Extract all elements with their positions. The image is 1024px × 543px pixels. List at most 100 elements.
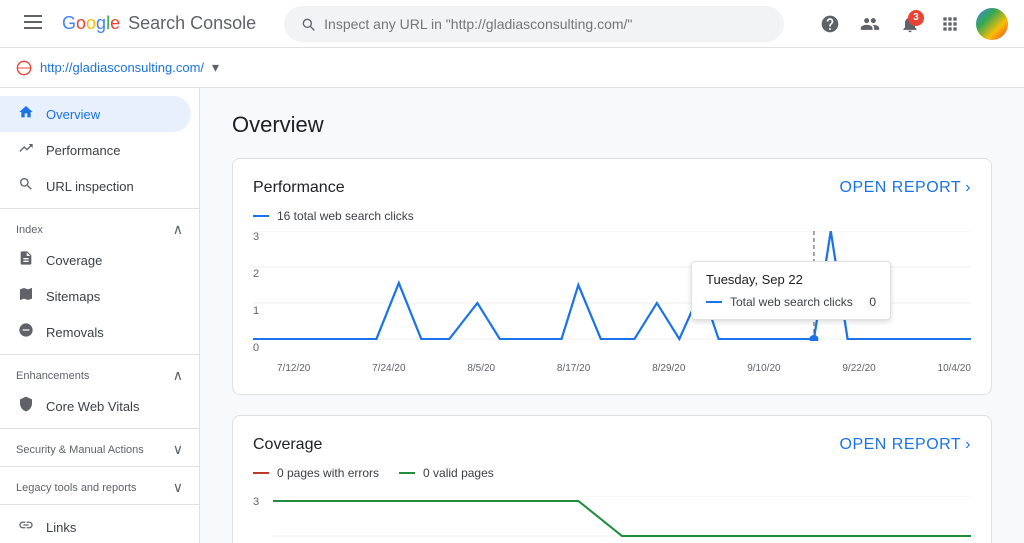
page-title: Overview bbox=[232, 112, 992, 138]
tooltip-item: Total web search clicks 0 bbox=[706, 295, 876, 309]
coverage-legend-errors: 0 pages with errors bbox=[253, 466, 379, 480]
section-security[interactable]: Security & Manual Actions ∨ bbox=[0, 433, 199, 462]
sidebar-label-coverage: Coverage bbox=[46, 253, 102, 268]
coverage-icon bbox=[16, 250, 36, 271]
sidebar-item-core-web-vitals[interactable]: Core Web Vitals bbox=[0, 388, 191, 424]
menu-icon[interactable] bbox=[16, 4, 50, 43]
tooltip-value: 0 bbox=[869, 295, 876, 309]
coverage-card-title: Coverage bbox=[253, 436, 322, 454]
coverage-card-header: Coverage OPEN REPORT › bbox=[253, 436, 971, 454]
performance-legend-line bbox=[253, 215, 269, 217]
cwv-icon bbox=[16, 396, 36, 417]
topbar-actions: 3 bbox=[812, 6, 1008, 42]
help-button[interactable] bbox=[812, 6, 848, 42]
divider-2 bbox=[0, 354, 199, 355]
property-dropdown[interactable]: ▾ bbox=[212, 59, 219, 76]
divider-1 bbox=[0, 208, 199, 209]
coverage-chart-area: 3 2 bbox=[253, 496, 971, 543]
search-input[interactable] bbox=[324, 16, 768, 32]
performance-chart-wrapper: 3 2 1 0 bbox=[253, 231, 971, 374]
enhancements-chevron[interactable]: ∧ bbox=[173, 367, 183, 384]
section-index: Index ∧ bbox=[0, 213, 199, 242]
property-url[interactable]: http://gladiasconsulting.com/ bbox=[40, 60, 204, 75]
coverage-y-labels: 3 2 bbox=[253, 496, 273, 543]
x-label-7: 10/4/20 bbox=[938, 363, 971, 374]
coverage-valid-label: 0 valid pages bbox=[423, 466, 494, 480]
coverage-valid-line bbox=[399, 472, 415, 474]
section-enhancements: Enhancements ∧ bbox=[0, 359, 199, 388]
section-legacy-label: Legacy tools and reports bbox=[16, 482, 136, 494]
section-legacy[interactable]: Legacy tools and reports ∨ bbox=[0, 471, 199, 500]
notification-badge: 3 bbox=[908, 10, 924, 26]
search-bar[interactable] bbox=[284, 6, 784, 42]
sitemaps-icon bbox=[16, 286, 36, 307]
performance-card-title: Performance bbox=[253, 179, 345, 197]
sidebar-label-links: Links bbox=[46, 520, 76, 535]
sidebar-item-sitemaps[interactable]: Sitemaps bbox=[0, 278, 191, 314]
user-icon-button[interactable] bbox=[852, 6, 888, 42]
apps-button[interactable] bbox=[932, 6, 968, 42]
sidebar-item-removals[interactable]: Removals bbox=[0, 314, 191, 350]
notifications-button[interactable]: 3 bbox=[892, 6, 928, 42]
coverage-errors-line bbox=[253, 472, 269, 474]
sidebar-label-overview: Overview bbox=[46, 107, 100, 122]
coverage-card: Coverage OPEN REPORT › 0 pages with erro… bbox=[232, 415, 992, 543]
main-layout: Overview Performance URL inspection Inde… bbox=[0, 88, 1024, 543]
performance-card-header: Performance OPEN REPORT › bbox=[253, 179, 971, 197]
coverage-open-report[interactable]: OPEN REPORT › bbox=[840, 436, 972, 454]
section-index-label: Index bbox=[16, 224, 43, 236]
logo: Google Search Console bbox=[62, 13, 256, 34]
performance-card: Performance OPEN REPORT › 16 total web s… bbox=[232, 158, 992, 395]
performance-open-report-label: OPEN REPORT bbox=[840, 179, 962, 197]
x-label-2: 8/5/20 bbox=[467, 363, 495, 374]
performance-legend: 16 total web search clicks bbox=[253, 209, 971, 223]
sidebar-item-links[interactable]: Links bbox=[0, 509, 191, 543]
x-label-0: 7/12/20 bbox=[277, 363, 310, 374]
sidebar-item-coverage[interactable]: Coverage bbox=[0, 242, 191, 278]
performance-legend-label: 16 total web search clicks bbox=[277, 209, 414, 223]
tooltip-label: Total web search clicks bbox=[730, 295, 853, 309]
sidebar-item-url-inspection[interactable]: URL inspection bbox=[0, 168, 191, 204]
inspect-icon bbox=[16, 176, 36, 197]
performance-open-report[interactable]: OPEN REPORT › bbox=[840, 179, 972, 197]
topbar: Google Search Console 3 bbox=[0, 0, 1024, 48]
coverage-svg-container bbox=[273, 496, 971, 543]
x-label-4: 8/29/20 bbox=[652, 363, 685, 374]
coverage-legend-valid: 0 valid pages bbox=[399, 466, 494, 480]
property-bar: http://gladiasconsulting.com/ ▾ bbox=[0, 48, 1024, 88]
property-favicon bbox=[16, 60, 32, 76]
chart-tooltip: Tuesday, Sep 22 Total web search clicks … bbox=[691, 261, 891, 320]
sidebar-label-removals: Removals bbox=[46, 325, 104, 340]
divider-5 bbox=[0, 504, 199, 505]
performance-icon bbox=[16, 140, 36, 161]
removals-icon bbox=[16, 322, 36, 343]
coverage-errors-label: 0 pages with errors bbox=[277, 466, 379, 480]
sidebar-item-overview[interactable]: Overview bbox=[0, 96, 191, 132]
apps-icon bbox=[940, 14, 960, 34]
sidebar-item-performance[interactable]: Performance bbox=[0, 132, 191, 168]
search-icon bbox=[300, 16, 316, 32]
product-name: Search Console bbox=[128, 13, 256, 34]
sidebar-label-core-web-vitals: Core Web Vitals bbox=[46, 399, 139, 414]
sidebar: Overview Performance URL inspection Inde… bbox=[0, 88, 200, 543]
coverage-legend: 0 pages with errors 0 valid pages bbox=[253, 466, 971, 488]
links-icon bbox=[16, 517, 36, 538]
divider-3 bbox=[0, 428, 199, 429]
legacy-chevron[interactable]: ∨ bbox=[173, 479, 183, 496]
divider-4 bbox=[0, 466, 199, 467]
coverage-open-report-label: OPEN REPORT bbox=[840, 436, 962, 454]
coverage-chart-svg bbox=[273, 496, 971, 543]
x-label-6: 9/22/20 bbox=[842, 363, 875, 374]
coverage-open-report-arrow: › bbox=[965, 436, 971, 454]
help-icon bbox=[820, 14, 840, 34]
avatar[interactable] bbox=[976, 8, 1008, 40]
section-enhancements-label: Enhancements bbox=[16, 370, 89, 382]
coverage-y-label-3: 3 bbox=[253, 496, 273, 508]
sidebar-label-url-inspection: URL inspection bbox=[46, 179, 134, 194]
x-axis-labels: 7/12/20 7/24/20 8/5/20 8/17/20 8/29/20 9… bbox=[277, 363, 971, 374]
tooltip-date: Tuesday, Sep 22 bbox=[706, 272, 876, 287]
performance-open-report-arrow: › bbox=[965, 179, 971, 197]
main-content: Overview Performance OPEN REPORT › 16 to… bbox=[200, 88, 1024, 543]
security-chevron[interactable]: ∨ bbox=[173, 441, 183, 458]
index-chevron[interactable]: ∧ bbox=[173, 221, 183, 238]
